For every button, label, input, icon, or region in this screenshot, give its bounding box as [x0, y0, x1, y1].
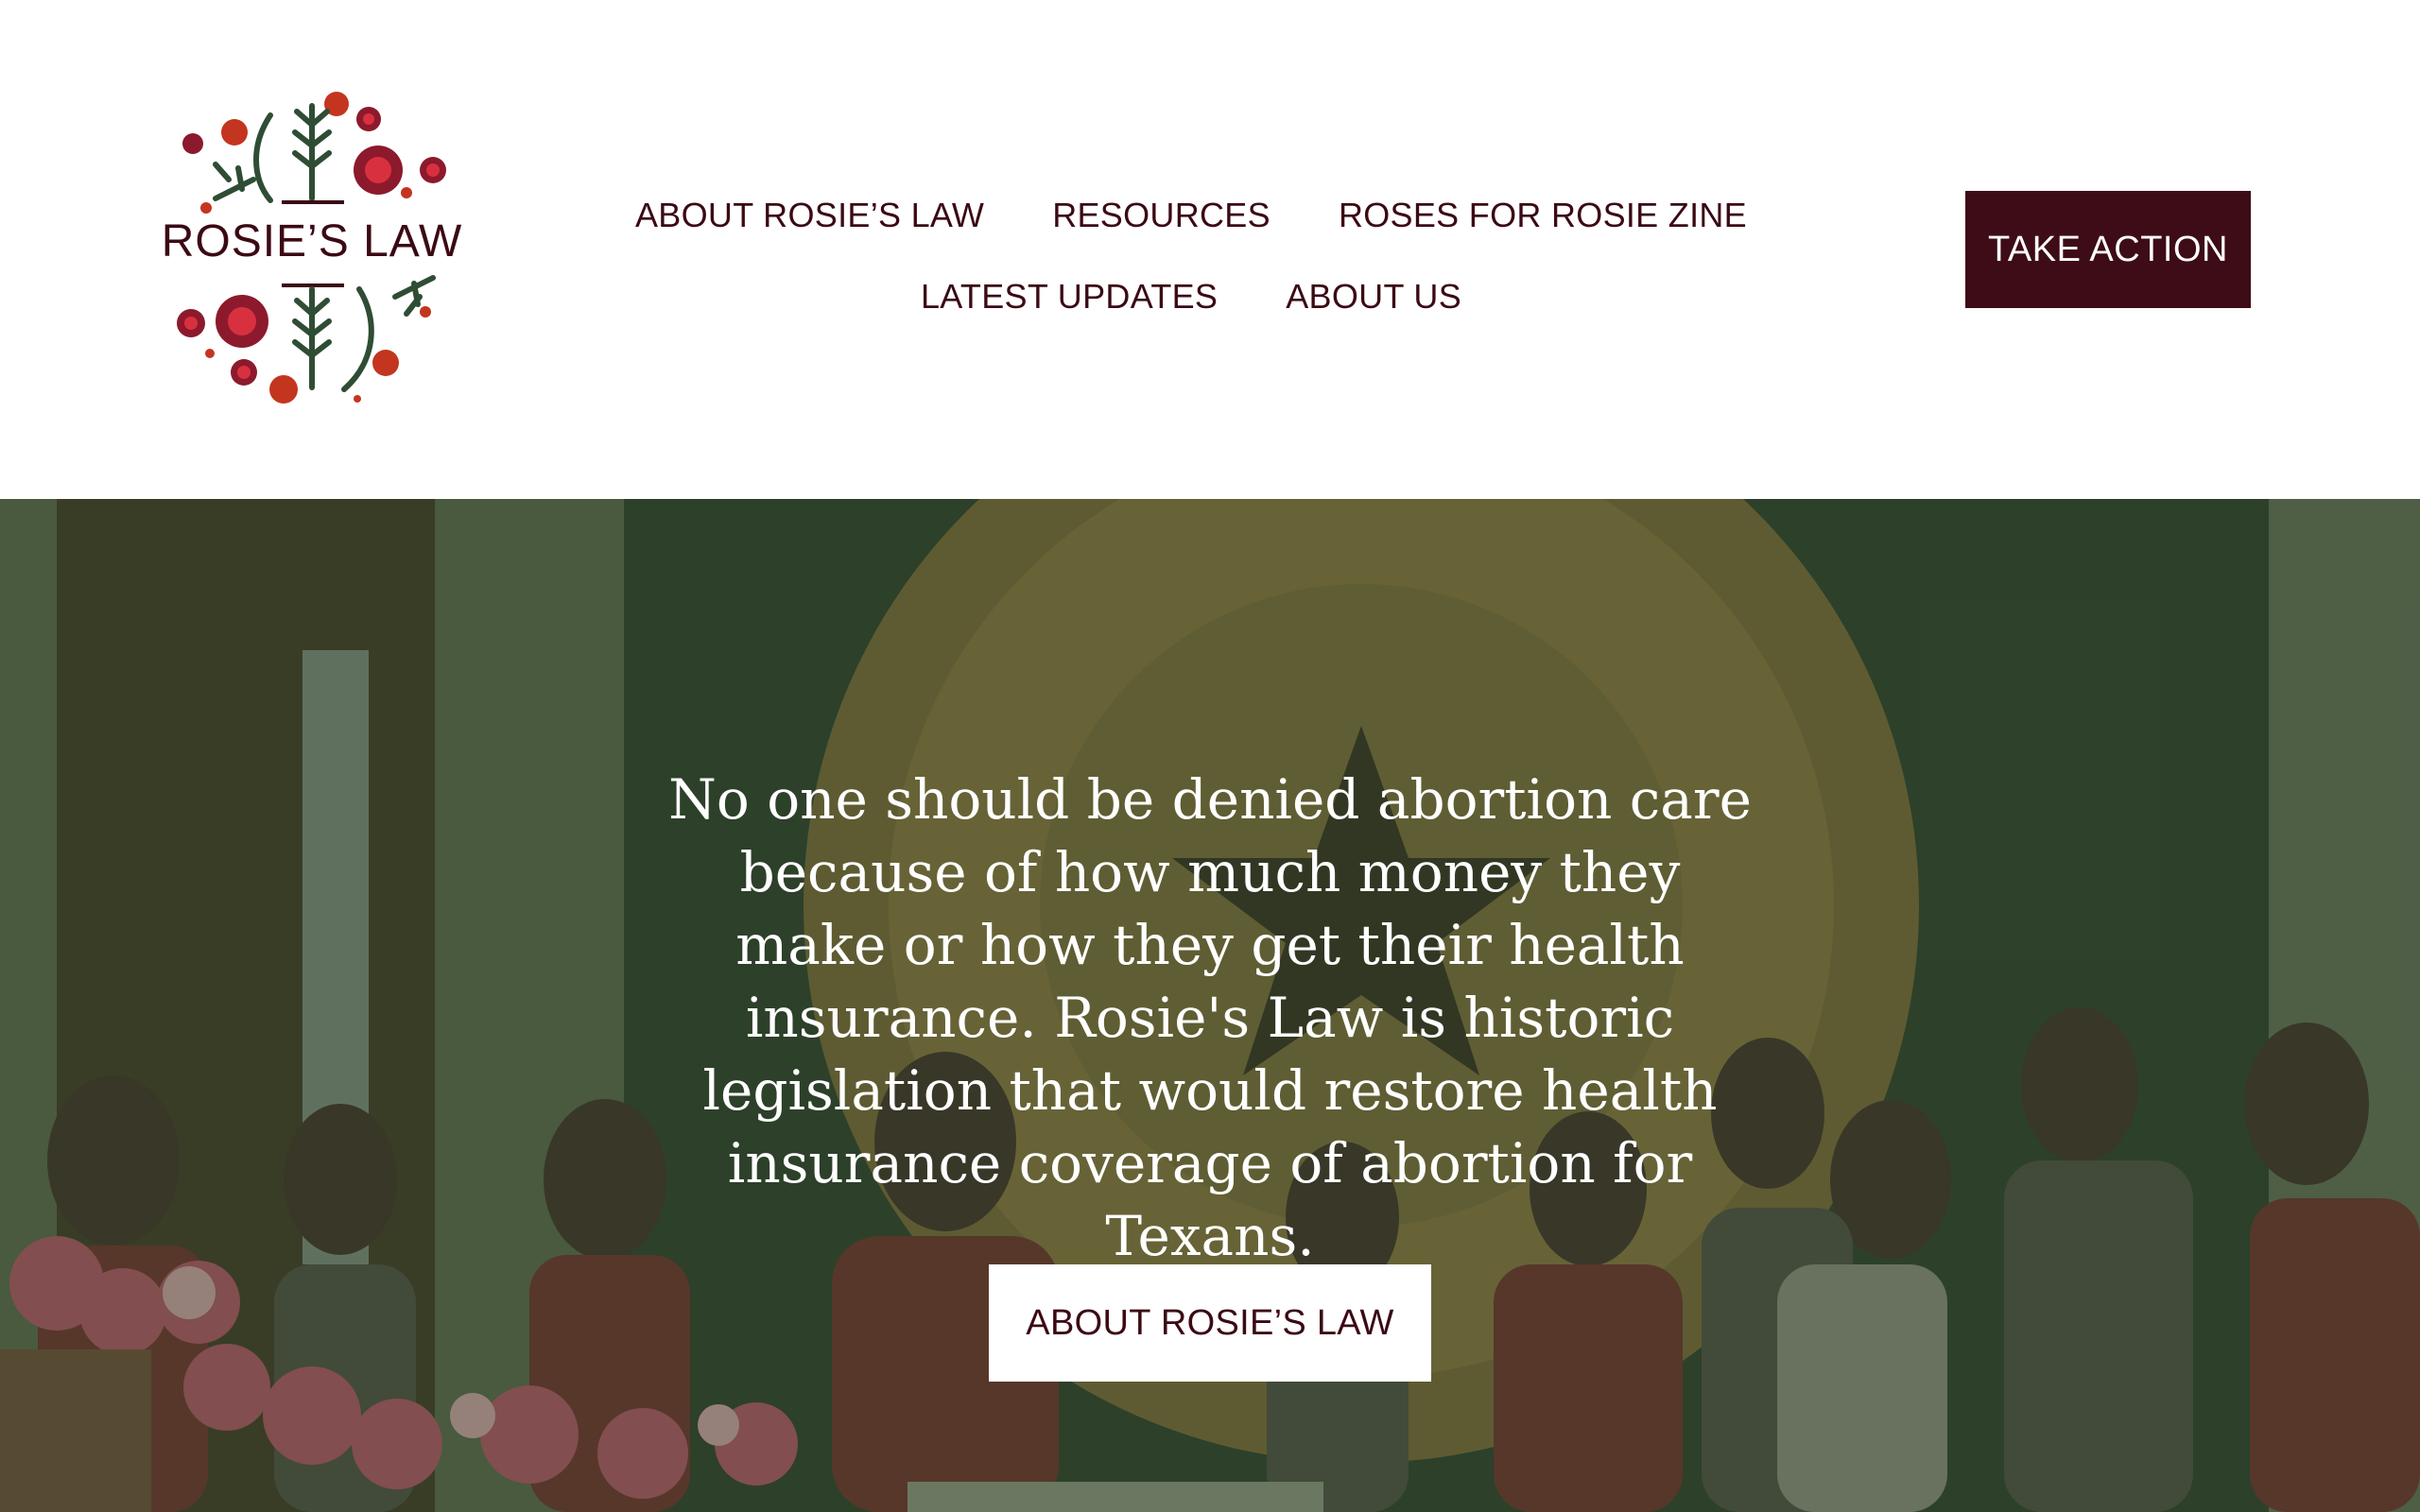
hero-statement: No one should be denied abortion care be… [668, 767, 1752, 1268]
hero-section: No one should be denied abortion care be… [0, 499, 2420, 1512]
logo-wordmark: ROSIE’S LAW [161, 216, 463, 266]
site-header: ROSIE’S LAW ABOUT ROSIE’S LAW RESOURCES … [0, 0, 2420, 499]
nav-row-primary: ABOUT ROSIE’S LAW RESOURCES ROSES FOR RO… [605, 175, 1777, 256]
rosies-law-logo[interactable]: ROSIE’S LAW [159, 87, 465, 408]
about-rosies-law-button[interactable]: ABOUT ROSIE’S LAW [989, 1264, 1431, 1382]
nav-latest-updates[interactable]: LATEST UPDATES [921, 277, 1218, 317]
take-action-button[interactable]: TAKE ACTION [1965, 191, 2251, 308]
nav-about-us[interactable]: ABOUT US [1286, 277, 1461, 317]
nav-about-rosies-law[interactable]: ABOUT ROSIE’S LAW [635, 196, 984, 235]
main-navigation: ABOUT ROSIE’S LAW RESOURCES ROSES FOR RO… [605, 175, 1777, 337]
nav-roses-for-rosie-zine[interactable]: ROSES FOR ROSIE ZINE [1339, 196, 1747, 235]
nav-resources[interactable]: RESOURCES [1052, 196, 1270, 235]
nav-row-secondary: LATEST UPDATES ABOUT US [605, 256, 1777, 337]
